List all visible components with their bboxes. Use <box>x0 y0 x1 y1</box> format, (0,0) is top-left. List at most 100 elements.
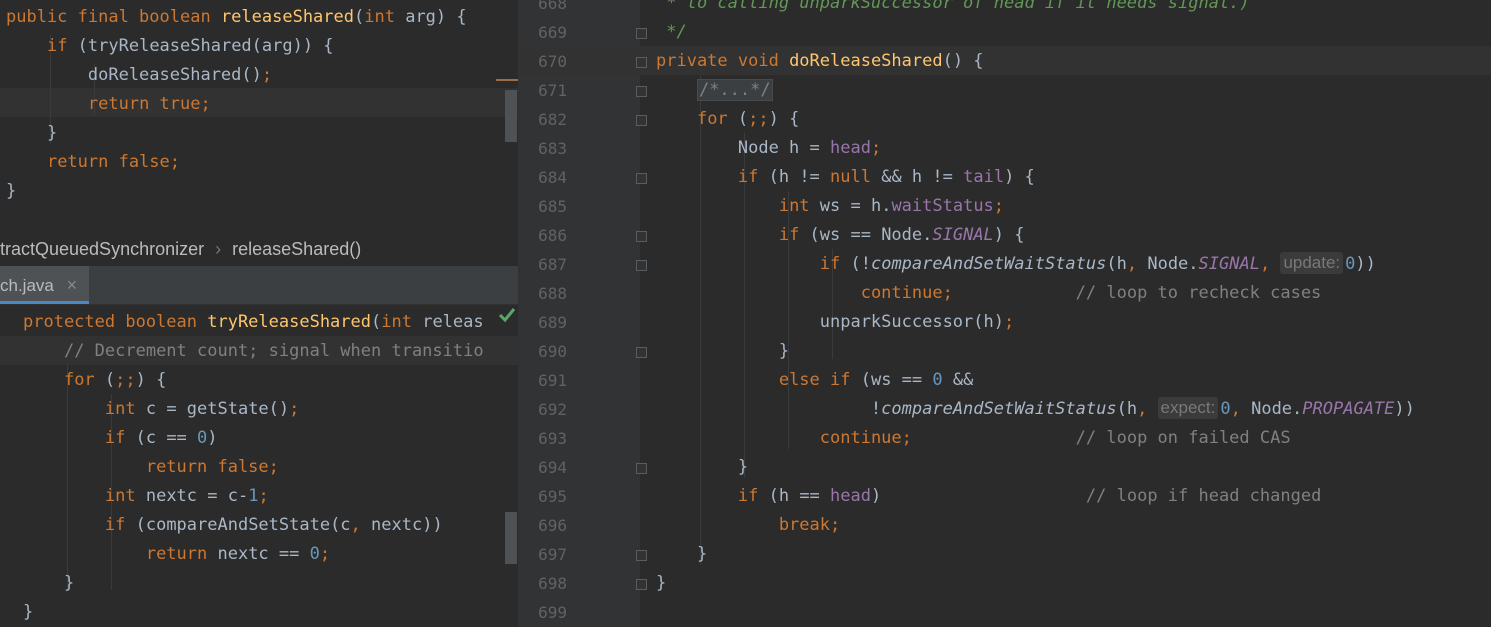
code-token: ! <box>656 399 882 419</box>
code-line: if (h == head) // loop if head changed <box>656 482 1491 511</box>
close-icon[interactable]: × <box>67 275 78 295</box>
code-token: } <box>656 544 708 564</box>
line-number: 694 <box>538 458 567 477</box>
editor-scrollbar-thumb[interactable] <box>505 512 517 564</box>
code-token: tail <box>963 167 1005 187</box>
code-line: private void doReleaseShared() { <box>656 47 1491 76</box>
code-line: break; <box>656 511 1491 540</box>
code-token: protected boolean <box>23 312 208 332</box>
line-number: 671 <box>538 81 567 100</box>
folded-region[interactable]: /*...*/ <box>696 79 773 101</box>
code-token: && <box>952 370 974 390</box>
code-token: } <box>656 341 790 361</box>
code-token: ( <box>737 109 749 129</box>
code-token: public final boolean <box>6 7 221 27</box>
code-token: int <box>364 7 406 27</box>
fold-marker-icon[interactable] <box>636 28 647 39</box>
code-line: return true; <box>6 90 518 119</box>
code-line: Node h = head; <box>656 134 1491 163</box>
code-token: (ws == Node. <box>809 225 933 245</box>
left-bottom-editor[interactable]: protected boolean tryReleaseShared(int r… <box>0 305 518 627</box>
code-token: arg) { <box>405 7 467 27</box>
fold-marker-icon[interactable] <box>636 347 647 358</box>
code-line: public final boolean releaseShared(int a… <box>6 3 518 32</box>
code-token: ) { <box>135 370 167 390</box>
code-line: int nextc = c-1; <box>23 482 518 511</box>
code-line: int ws = h.waitStatus; <box>656 192 1491 221</box>
code-token: (h == <box>768 486 831 506</box>
right-editor[interactable]: 668 669 670 671 682 683 684 685 686 687 688 689 690 6… <box>520 0 1491 627</box>
code-token: if <box>737 486 769 506</box>
breadcrumb-method[interactable]: releaseShared() <box>232 239 361 259</box>
code-line: protected boolean tryReleaseShared(int r… <box>23 308 518 337</box>
code-line: if (c == 0) <box>23 424 518 453</box>
code-line: return false; <box>23 453 518 482</box>
code-line: else if (ws == 0 && <box>656 366 1491 395</box>
editor-scrollbar-thumb[interactable] <box>505 90 517 142</box>
code-token: Node. <box>1147 254 1199 274</box>
fold-marker-icon[interactable] <box>636 173 647 184</box>
line-number: 669 <box>538 23 567 42</box>
line-number: 685 <box>538 197 567 216</box>
code-token: ( <box>354 7 365 27</box>
fold-marker-icon[interactable] <box>636 115 647 126</box>
code-token: head <box>830 486 871 506</box>
code-line: return false; <box>6 148 518 177</box>
code-token: if <box>819 254 851 274</box>
code-line: } <box>6 177 518 206</box>
breadcrumb-class[interactable]: tractQueuedSynchronizer <box>0 239 204 259</box>
fold-marker-icon[interactable] <box>636 463 647 474</box>
code-token: , <box>350 515 372 535</box>
code-token: head <box>830 138 871 158</box>
code-token: 0 <box>1345 254 1356 274</box>
code-token: (compareAndSetState(c <box>135 515 351 535</box>
code-token: (c == <box>135 428 198 448</box>
code-token: continue; <box>860 283 953 303</box>
code-token: ; <box>261 65 273 85</box>
fold-marker-icon[interactable] <box>636 550 647 561</box>
code-line: int c = getState(); <box>23 395 518 424</box>
code-token: else if <box>778 370 861 390</box>
line-number: 695 <box>538 487 567 506</box>
fold-marker-icon[interactable] <box>636 231 647 242</box>
code-token: if <box>46 36 78 56</box>
left-top-editor[interactable]: public final boolean releaseShared(int a… <box>0 0 518 215</box>
fold-marker-icon[interactable] <box>636 86 647 97</box>
line-number: 691 <box>538 371 567 390</box>
code-token: )) <box>1355 254 1376 274</box>
tab-filename: ch.java <box>0 276 54 295</box>
code-token: tryReleaseShared <box>207 312 371 332</box>
code-token: ;; <box>115 370 136 390</box>
fold-marker-icon[interactable] <box>636 260 647 271</box>
line-number: 698 <box>538 574 567 593</box>
fold-marker-icon[interactable] <box>636 579 647 590</box>
code-token: 0 <box>932 370 953 390</box>
tab-file[interactable]: ch.java × <box>0 266 90 304</box>
code-token: nextc == <box>217 544 310 564</box>
fold-marker-icon[interactable] <box>636 57 647 68</box>
line-number: 670 <box>538 52 567 71</box>
code-token: (tryReleaseShared(arg)) { <box>77 36 334 56</box>
code-token: private void <box>656 51 790 71</box>
code-token: PROPAGATE <box>1302 399 1395 419</box>
code-token: 0 <box>1220 399 1231 419</box>
code-token: , <box>1259 254 1281 274</box>
line-number: 697 <box>538 545 567 564</box>
code-token: (! <box>850 254 871 274</box>
